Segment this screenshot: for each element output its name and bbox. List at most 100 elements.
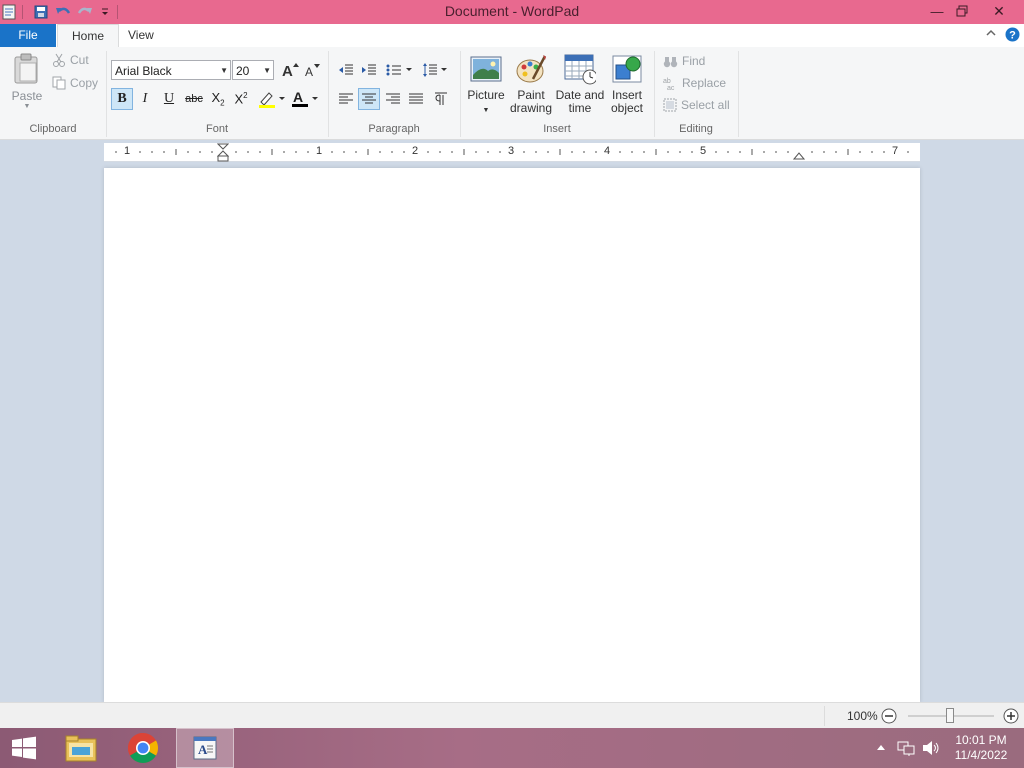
underline-icon: U [163,91,175,106]
ruler-number: 5 [700,145,707,157]
font-color-button[interactable]: A [290,88,322,110]
font-family-value: Arial Black [115,64,172,78]
tab-home[interactable]: Home [57,24,120,48]
status-bar: 100% [0,702,1024,729]
paste-dropdown-icon: ▼ [23,103,31,110]
find-button[interactable]: Find [663,54,705,68]
insert-object-button[interactable]: Insert object [607,53,647,115]
decrease-indent-button[interactable] [335,59,357,81]
zoom-in-button[interactable] [1003,708,1019,727]
collapse-ribbon-icon[interactable] [985,27,997,42]
paste-icon [14,53,38,84]
zoom-level: 100% [847,709,878,723]
bold-button[interactable]: B [111,88,133,110]
paragraph-settings-button[interactable] [430,88,452,110]
paint-drawing-label-line2: drawing [509,101,553,115]
line-spacing-button[interactable] [421,59,451,81]
ruler[interactable]: 1 1 2 3 4 5 7 [104,143,920,162]
align-center-icon [362,93,376,104]
network-icon[interactable] [897,739,915,760]
underline-button[interactable]: U [158,88,180,110]
bold-icon: B [117,91,127,106]
ribbon: Paste ▼ Cut Copy Clipboard Arial Black ▼… [0,47,1024,140]
cut-button[interactable]: Cut [52,53,89,67]
replace-button[interactable]: ab ac Replace [663,76,726,90]
paste-label: Paste [11,89,43,103]
font-family-select[interactable]: Arial Black ▼ [111,60,231,80]
shrink-font-button[interactable]: A [304,61,320,82]
first-line-indent-marker[interactable] [217,143,229,165]
help-icon[interactable]: ? [1005,27,1020,45]
font-group-label: Font [205,123,228,135]
close-button[interactable]: ✕ [984,0,1014,22]
editing-group-label: Editing [679,123,713,135]
copy-button[interactable]: Copy [52,76,98,90]
paragraph-icon [435,92,447,105]
highlight-color-button[interactable] [256,88,288,110]
strikethrough-icon: abc [185,93,203,105]
chevron-up-icon [877,745,885,750]
align-left-button[interactable] [335,88,357,110]
subscript-button[interactable]: X2 [207,88,229,110]
grow-font-icon: A [282,63,299,80]
taskbar-file-explorer[interactable] [58,728,104,768]
minimize-icon: — [930,3,944,19]
show-hidden-icons-button[interactable] [876,742,886,756]
paste-button[interactable]: Paste ▼ [8,53,46,110]
svg-text:?: ? [1009,30,1016,42]
strikethrough-button[interactable]: abc [182,88,206,110]
align-center-button[interactable] [358,88,380,110]
justify-button[interactable] [405,88,427,110]
tab-file[interactable]: File [0,24,56,47]
ruler-number: 3 [508,145,515,157]
decrease-indent-icon [339,64,353,75]
date-and-time-button[interactable]: Date and time [555,53,605,115]
replace-icon: abac [663,78,675,90]
ruler-number: 2 [412,145,419,157]
zoom-slider-thumb[interactable] [946,708,954,723]
copy-label: Copy [70,76,99,90]
tab-view[interactable]: View [114,24,168,47]
font-size-select[interactable]: 20 ▼ [232,60,274,80]
bullet-list-icon [386,64,412,76]
date-and-time-label-line2: time [568,101,592,115]
volume-icon[interactable] [921,739,941,760]
bullet-list-button[interactable] [384,59,416,81]
zoom-out-button[interactable] [881,708,897,727]
chevron-down-icon: ▼ [263,66,271,75]
right-indent-marker[interactable] [793,149,805,161]
picture-dropdown-icon: ▼ [482,107,490,114]
zoom-in-icon [1003,708,1019,724]
clipboard-group-label: Clipboard [29,123,77,135]
file-explorer-icon [65,735,97,762]
insert-picture-button[interactable]: Picture ▼ [466,53,506,117]
svg-text:ac: ac [667,85,675,90]
taskbar-wordpad[interactable]: A [176,728,234,768]
paint-drawing-button[interactable]: Paint drawing [509,53,553,115]
svg-text:A: A [305,65,313,79]
italic-icon: I [142,91,148,106]
document-page[interactable] [104,168,920,702]
justify-icon [409,93,423,104]
restore-button[interactable] [947,0,977,22]
italic-button[interactable]: I [134,88,156,110]
replace-label: Replace [682,76,727,90]
start-button[interactable] [0,728,48,768]
superscript-button[interactable]: X2 [230,88,252,110]
scissors-icon [53,53,65,67]
line-spacing-icon [423,63,447,77]
align-right-icon [386,93,400,104]
clock-date: 11/4/2022 [954,748,1008,762]
align-right-button[interactable] [382,88,404,110]
increase-indent-button[interactable] [358,59,380,81]
close-icon: ✕ [993,2,1005,19]
ruler-number: 4 [604,145,611,157]
select-all-button[interactable]: Select all [663,98,730,112]
taskbar-chrome[interactable] [120,728,166,768]
clock-time: 10:01 PM [955,733,1007,747]
calendar-clock-icon [564,54,596,85]
select-all-label: Select all [681,98,730,112]
restore-icon [956,5,968,17]
system-clock[interactable]: 10:01 PM 11/4/2022 [945,733,1017,763]
grow-font-button[interactable]: A [281,61,299,82]
